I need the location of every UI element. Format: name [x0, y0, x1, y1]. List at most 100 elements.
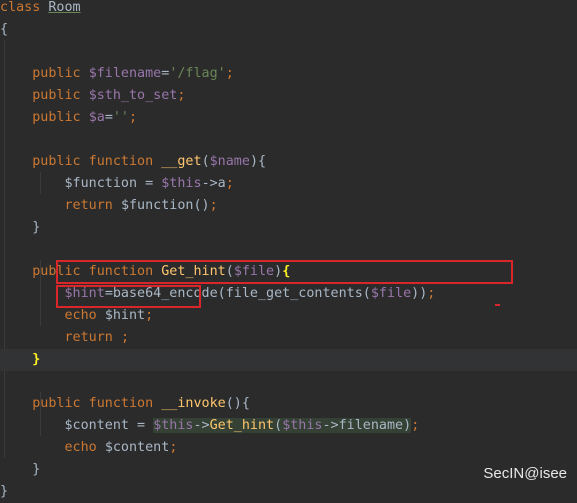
- code-line-text: echo $hint;: [0, 305, 153, 327]
- code-line[interactable]: public $filename='/flag';: [0, 63, 577, 85]
- code-token: $this: [161, 176, 202, 191]
- code-token: $filename: [88, 66, 162, 81]
- code-line[interactable]: class Room: [0, 0, 577, 19]
- code-line[interactable]: public function __get($name){: [0, 151, 577, 173]
- code-token: $hint: [104, 308, 146, 323]
- code-token: ->a: [201, 176, 226, 191]
- code-line-text: $function = $this->a;: [0, 173, 234, 195]
- code-line-text: {: [0, 19, 8, 41]
- code-token: {: [0, 22, 9, 37]
- code-token: ;: [129, 110, 138, 125]
- code-token: public: [0, 66, 89, 81]
- code-token: '': [112, 110, 129, 125]
- code-line[interactable]: [0, 41, 577, 63]
- code-token: return: [0, 198, 121, 213]
- code-token: (){: [225, 396, 250, 411]
- annotation-box-hint-line: [56, 260, 513, 284]
- code-token: $sth_to_set: [88, 88, 178, 103]
- code-token: public: [0, 88, 89, 103]
- code-line-text: class Room: [0, 0, 81, 19]
- code-token: }: [0, 484, 9, 499]
- code-token: $a: [88, 110, 105, 125]
- code-token: $function: [120, 198, 194, 213]
- code-token: }: [0, 220, 41, 235]
- code-line-text: }: [0, 217, 40, 239]
- code-line[interactable]: }: [0, 217, 577, 239]
- annotation-mark: [495, 304, 500, 306]
- code-token: =: [104, 110, 113, 125]
- code-token: public: [0, 110, 89, 125]
- code-token: (: [274, 418, 283, 433]
- code-token: $content: [104, 440, 170, 455]
- code-token: ;: [177, 88, 186, 103]
- code-token: =: [129, 418, 154, 433]
- code-token: Room: [48, 0, 81, 15]
- code-line[interactable]: }: [0, 481, 577, 503]
- code-token: $name: [209, 154, 250, 169]
- code-token: Get_hint: [209, 418, 275, 433]
- code-line[interactable]: public $a='';: [0, 107, 577, 129]
- code-token: }: [0, 462, 41, 477]
- code-token: ;: [209, 198, 218, 213]
- code-line[interactable]: }: [0, 349, 577, 371]
- code-token: =: [137, 176, 162, 191]
- code-line-text: public $sth_to_set;: [0, 85, 185, 107]
- code-token: ;: [145, 308, 154, 323]
- code-token: $this: [153, 418, 194, 433]
- code-token: (: [201, 154, 210, 169]
- code-token: ){: [249, 154, 267, 169]
- code-token: $file: [370, 286, 412, 301]
- code-token: ->: [193, 418, 210, 433]
- code-line[interactable]: return $function();: [0, 195, 577, 217]
- code-token: ): [403, 418, 412, 433]
- annotation-box-echo-line: [56, 285, 201, 308]
- code-line-text: public $a='';: [0, 107, 137, 129]
- code-line[interactable]: return ;: [0, 327, 577, 349]
- code-line-text: public $filename='/flag';: [0, 63, 234, 85]
- code-token: echo: [0, 440, 105, 455]
- code-token: '/flag': [169, 66, 226, 81]
- code-token: public function: [0, 154, 162, 169]
- code-token: ->filename: [322, 418, 404, 433]
- code-token: ;: [411, 418, 420, 433]
- code-token: ;: [120, 330, 129, 345]
- code-token: $content: [64, 418, 130, 433]
- code-line[interactable]: {: [0, 19, 577, 41]
- code-line[interactable]: [0, 239, 577, 261]
- code-line-text: public function __invoke(){: [0, 393, 250, 415]
- code-token: ;: [225, 66, 234, 81]
- code-token: __invoke: [161, 396, 226, 411]
- watermark: SecIN@isee: [483, 465, 567, 482]
- code-line-text: echo $content;: [0, 437, 177, 459]
- code-token: (): [193, 198, 210, 213]
- code-editor[interactable]: class Room{ public $filename='/flag'; pu…: [0, 0, 577, 499]
- code-token: class: [0, 0, 49, 15]
- code-token: )): [411, 286, 428, 301]
- code-token: ;: [225, 176, 234, 191]
- code-line-text: $content = $this->Get_hint($this->filena…: [0, 415, 419, 437]
- code-token: $function: [64, 176, 138, 191]
- code-line[interactable]: [0, 129, 577, 151]
- code-token: public function: [0, 396, 162, 411]
- code-token: $this: [282, 418, 323, 433]
- code-line[interactable]: public function __invoke(){: [0, 393, 577, 415]
- code-line-text: }: [0, 459, 40, 481]
- code-token: ;: [427, 286, 436, 301]
- code-line[interactable]: $function = $this->a;: [0, 173, 577, 195]
- code-line[interactable]: public $sth_to_set;: [0, 85, 577, 107]
- code-line-text: return ;: [0, 327, 129, 349]
- code-line[interactable]: echo $content;: [0, 437, 577, 459]
- code-line[interactable]: echo $hint;: [0, 305, 577, 327]
- code-token: ;: [169, 440, 178, 455]
- code-token: __get: [161, 154, 202, 169]
- code-line-text: return $function();: [0, 195, 218, 217]
- code-line[interactable]: $content = $this->Get_hint($this->filena…: [0, 415, 577, 437]
- code-line-text: }: [0, 481, 8, 503]
- code-line[interactable]: [0, 371, 577, 393]
- code-token: echo: [0, 308, 105, 323]
- code-line-text: public function __get($name){: [0, 151, 266, 173]
